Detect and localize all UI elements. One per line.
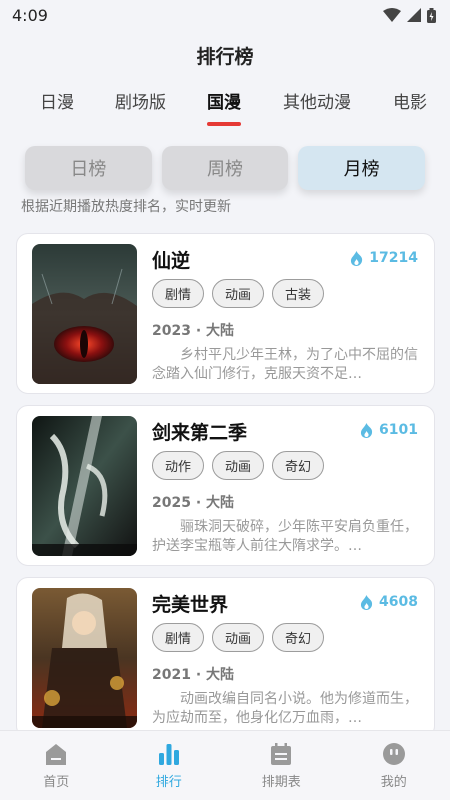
period-monthly-button[interactable]: 月榜 [298,146,426,190]
status-icons [383,7,436,23]
item-title[interactable]: 仙逆 [152,246,190,273]
poster-image [32,416,137,556]
heat-value: 17214 [369,250,418,266]
period-weekly-button[interactable]: 周榜 [161,146,289,190]
status-time: 4:09 [12,5,48,25]
ranking-card[interactable]: 剑来第二季 6101 动作 动画 奇幻 2025 · 大陆 骊珠洞天破碎，少年陈… [16,405,435,566]
nav-home[interactable]: 首页 [0,731,113,800]
ranking-icon [158,744,179,765]
item-meta: 2023 · 大陆 [152,323,235,339]
genre-tag[interactable]: 动画 [212,623,265,652]
category-tabs: 日漫 剧场版 国漫 其他动漫 电影 [0,86,450,136]
signal-icon [407,8,421,22]
item-title[interactable]: 完美世界 [152,590,228,617]
nav-profile[interactable]: 我的 [338,731,450,800]
home-icon [46,744,67,765]
genre-tag[interactable]: 剧情 [152,279,205,308]
heat-score: 4608 [360,594,418,610]
status-bar: 4:09 [0,0,450,30]
tag-list: 剧情 动画 古装 [152,279,325,308]
genre-tag[interactable]: 奇幻 [272,623,325,652]
ranking-card[interactable]: 仙逆 17214 剧情 动画 古装 2023 · 大陆 乡村平凡少年王林，为了心… [16,233,435,394]
nav-label: 首页 [43,775,70,790]
item-description: 骊珠洞天破碎，少年陈平安肩负重任，护送李宝瓶等人前往大隋求学。… [152,519,418,554]
tag-list: 剧情 动画 奇幻 [152,623,325,652]
period-daily-button[interactable]: 日榜 [25,146,152,190]
tab-juchangban[interactable]: 剧场版 [115,86,166,126]
genre-tag[interactable]: 动画 [212,451,265,480]
period-tabs: 日榜 周榜 月榜 [0,146,450,190]
profile-icon [382,743,405,765]
ranking-card[interactable]: 完美世界 4608 剧情 动画 奇幻 2021 · 大陆 动画改编自同名小说。他… [16,577,435,738]
item-meta: 2025 · 大陆 [152,495,235,511]
ranking-hint: 根据近期播放热度排名，实时更新 [21,199,231,215]
tab-dianying[interactable]: 电影 [393,86,427,126]
heat-value: 4608 [379,594,418,610]
poster-image [32,588,137,728]
genre-tag[interactable]: 动画 [212,279,265,308]
item-description: 动画改编自同名小说。他为修道而生，为应劫而至，他身化亿万血雨，… [152,691,418,726]
tab-rimang[interactable]: 日漫 [40,86,74,126]
nav-ranking[interactable]: 排行 [113,731,226,800]
nav-label: 排行 [155,775,182,790]
genre-tag[interactable]: 剧情 [152,623,205,652]
page-title: 排行榜 [196,46,254,68]
flame-icon [351,250,363,266]
battery-icon [427,7,436,23]
tag-list: 动作 动画 奇幻 [152,451,325,480]
poster-image [32,244,137,384]
heat-score: 17214 [350,250,418,266]
item-title[interactable]: 剑来第二季 [152,418,247,445]
bottom-nav: 首页 排行 排期表 我的 [0,730,450,800]
nav-label: 我的 [380,775,407,790]
heat-value: 6101 [379,422,418,438]
genre-tag[interactable]: 古装 [272,279,325,308]
genre-tag[interactable]: 动作 [152,451,205,480]
flame-icon [360,422,373,438]
item-description: 乡村平凡少年王林，为了心中不屈的信念踏入仙门修行，克服天资不足… [152,347,418,382]
nav-schedule[interactable]: 排期表 [225,731,338,800]
item-meta: 2021 · 大陆 [152,667,235,683]
flame-icon [360,594,373,610]
wifi-icon [383,8,401,22]
tab-guoman[interactable]: 国漫 [207,86,241,126]
nav-label: 排期表 [261,775,301,790]
calendar-icon [271,743,292,765]
tab-qita-dongman[interactable]: 其他动漫 [283,86,351,126]
genre-tag[interactable]: 奇幻 [272,451,325,480]
heat-score: 6101 [360,422,418,438]
